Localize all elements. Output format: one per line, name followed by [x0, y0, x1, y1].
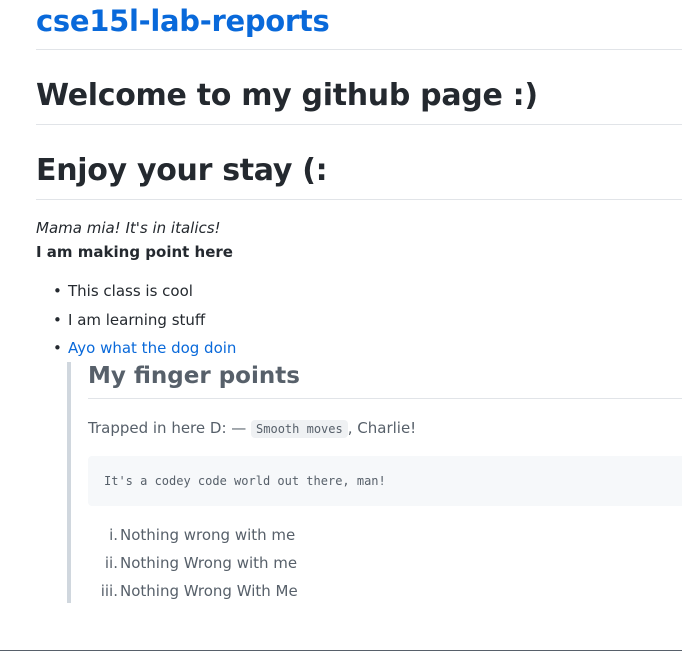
- list-item: ii. Nothing Wrong with me: [88, 554, 298, 582]
- divider: [88, 398, 682, 399]
- list-item-text: This class is cool: [68, 282, 193, 300]
- inline-code: Smooth moves: [251, 420, 348, 438]
- bold-paragraph: I am making point here: [36, 243, 233, 261]
- site-title-link[interactable]: cse15l-lab-reports: [36, 4, 330, 38]
- paragraph-text: , Charlie!: [347, 419, 417, 437]
- blockquote: My finger points Trapped in here D: — Sm…: [67, 362, 682, 603]
- list-item: i. Nothing wrong with me: [88, 526, 298, 554]
- blockquote-heading: My finger points: [88, 363, 300, 389]
- blockquote-paragraph: Trapped in here D: — Smooth moves, Charl…: [88, 419, 417, 438]
- code-block: It's a codey code world out there, man!: [88, 456, 682, 506]
- list-item-text: Nothing wrong with me: [120, 526, 296, 544]
- list-item: iii. Nothing Wrong With Me: [88, 582, 298, 610]
- list-marker: iii.: [100, 582, 118, 600]
- bullet-list: This class is cool I am learning stuff A…: [36, 282, 236, 368]
- italic-paragraph: Mama mia! It's in italics!: [36, 219, 221, 237]
- paragraph-text: Trapped in here D: —: [88, 419, 252, 437]
- divider: [36, 199, 682, 200]
- list-item-text: I am learning stuff: [68, 310, 206, 329]
- divider: [36, 49, 682, 50]
- divider: [36, 124, 682, 125]
- list-item: This class is cool: [36, 282, 236, 311]
- list-marker: i.: [109, 526, 118, 544]
- list-item-text: Nothing Wrong with me: [120, 554, 298, 572]
- section-heading: Enjoy your stay (:: [36, 153, 328, 188]
- page-heading: Welcome to my github page :): [36, 78, 538, 113]
- list-item: I am learning stuff: [36, 311, 236, 340]
- dog-link[interactable]: Ayo what the dog doin: [68, 339, 236, 357]
- list-item-text: Nothing Wrong With Me: [120, 582, 298, 600]
- ordered-list: i. Nothing wrong with me ii. Nothing Wrong…: [88, 526, 298, 610]
- list-marker: ii.: [104, 554, 118, 572]
